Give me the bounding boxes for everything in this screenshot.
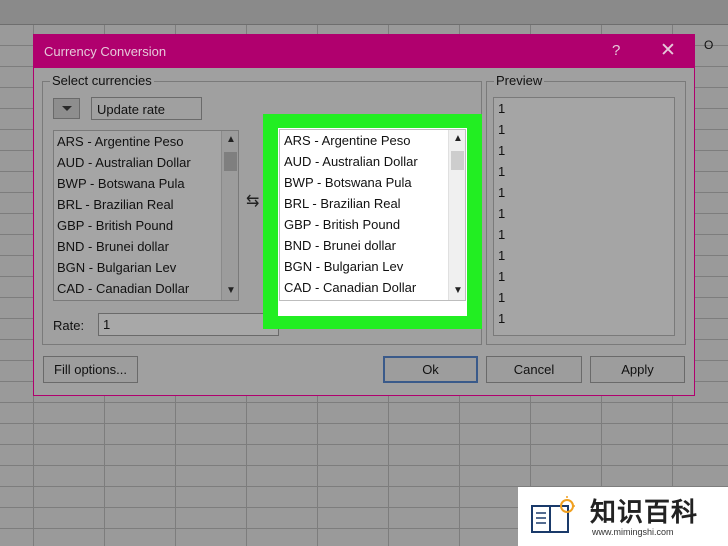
currency-list-item[interactable]: BRL - Brazilian Real [280,193,465,214]
preview-label: Preview [494,73,545,88]
preview-value: 1 [498,143,506,158]
spreadsheet-header [0,0,728,25]
currency-list-item[interactable]: BND - Brunei dollar [54,236,238,257]
currency-list-item[interactable]: BWP - Botswana Pula [54,173,238,194]
update-rate-button[interactable]: Update rate [91,97,202,120]
currency-list-item[interactable]: BRL - Brazilian Real [54,194,238,215]
currency-list-item[interactable]: CAD - Canadian Dollar [280,277,465,298]
preview-value: 1 [498,185,506,200]
currency-dropdown-button[interactable] [53,98,80,119]
column-header-o[interactable]: O [704,38,713,52]
preview-value: 1 [498,248,506,263]
preview-value: 1 [498,227,506,242]
currency-list-item[interactable]: AUD - Australian Dollar [54,152,238,173]
dialog-title: Currency Conversion [44,44,167,59]
apply-button[interactable]: Apply [590,356,685,383]
rate-input[interactable]: 1 [98,313,279,336]
scroll-thumb[interactable] [451,151,464,170]
currency-list-item[interactable]: AUD - Australian Dollar [280,151,465,172]
scroll-up-icon[interactable]: ▲ [226,135,236,145]
currency-list-item[interactable]: BWP - Botswana Pula [280,172,465,193]
rate-label: Rate: [53,318,85,333]
fill-options-button[interactable]: Fill options... [43,356,138,383]
close-icon[interactable]: ✕ [660,39,676,62]
ok-button[interactable]: Ok [383,356,478,383]
target-currency-list[interactable]: ARS - Argentine Peso AUD - Australian Dol… [279,129,466,301]
currency-list-item[interactable]: BGN - Bulgarian Lev [280,256,465,277]
highlight-box: ARS - Argentine Peso AUD - Australian Dol… [263,114,482,329]
currency-list-item[interactable]: CAD - Canadian Dollar [54,278,238,299]
target-list-scrollbar[interactable]: ▲ ▼ [448,130,465,300]
watermark-title: 知识百科 [590,497,699,527]
preview-value: 1 [498,311,506,326]
scroll-down-icon[interactable]: ▼ [453,286,463,296]
currency-list-item[interactable]: GBP - British Pound [54,215,238,236]
preview-value: 1 [498,101,506,116]
scroll-thumb[interactable] [224,152,237,171]
currency-list-item[interactable]: GBP - British Pound [280,214,465,235]
currency-list-item[interactable]: ARS - Argentine Peso [54,131,238,152]
preview-value: 1 [498,164,506,179]
currency-list-item[interactable]: BND - Brunei dollar [280,235,465,256]
preview-list: 1 1 1 1 1 1 1 1 1 1 1 [493,97,675,336]
help-button[interactable]: ? [612,42,620,59]
book-lightbulb-icon [531,496,575,533]
preview-value: 1 [498,206,506,221]
source-list-scrollbar[interactable]: ▲ ▼ [221,131,238,300]
watermark: 知识百科 www.mimingshi.com [518,487,728,546]
dialog-titlebar: Currency Conversion ? ✕ [34,35,694,68]
cancel-button[interactable]: Cancel [486,356,582,383]
scroll-up-icon[interactable]: ▲ [453,134,463,144]
currency-list-item[interactable]: ARS - Argentine Peso [280,130,465,151]
preview-value: 1 [498,122,506,137]
scroll-down-icon[interactable]: ▼ [226,286,236,296]
source-currency-list[interactable]: ARS - Argentine Peso AUD - Australian Dol… [53,130,239,301]
preview-value: 1 [498,290,506,305]
watermark-url: www.mimingshi.com [592,527,674,537]
select-currencies-label: Select currencies [50,73,154,88]
highlight-inner: ARS - Argentine Peso AUD - Australian Dol… [278,128,467,316]
currency-list-item[interactable]: BGN - Bulgarian Lev [54,257,238,278]
preview-value: 1 [498,269,506,284]
